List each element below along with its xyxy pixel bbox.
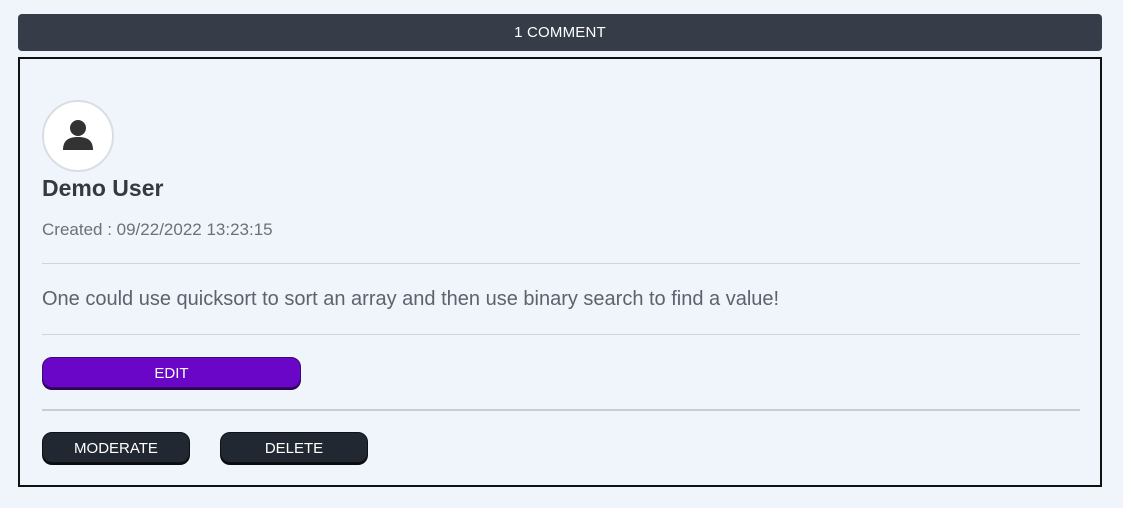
edit-button[interactable]: EDIT — [42, 357, 301, 388]
comment-created-timestamp: Created : 09/22/2022 13:23:15 — [42, 220, 273, 239]
comment-count-header: 1 COMMENT — [18, 14, 1102, 51]
comment-body-text: One could use quicksort to sort an array… — [42, 288, 780, 310]
comment-card: Demo User Created : 09/22/2022 13:23:15 … — [18, 57, 1102, 487]
divider — [42, 409, 1080, 411]
delete-button[interactable]: DELETE — [220, 432, 368, 463]
user-silhouette-icon — [63, 120, 93, 150]
comment-author-name: Demo User — [42, 175, 164, 201]
avatar — [42, 100, 114, 172]
divider — [42, 263, 1080, 264]
divider — [42, 334, 1080, 335]
moderate-button[interactable]: MODERATE — [42, 432, 190, 463]
